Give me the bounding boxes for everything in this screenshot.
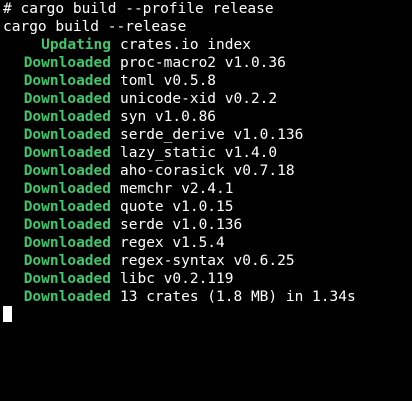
output-line-download: Downloaded regex-syntax v0.6.25 <box>3 252 412 270</box>
status-message: aho-corasick v0.7.18 <box>120 163 295 179</box>
status-label: Downloaded <box>23 109 111 125</box>
status-label: Downloaded <box>23 235 111 251</box>
output-line-download: Downloaded serde v1.0.136 <box>3 216 412 234</box>
status-message: toml v0.5.8 <box>120 73 217 89</box>
status-label: Downloaded <box>23 55 111 71</box>
text-cursor <box>3 306 12 322</box>
status-label: Downloaded <box>23 163 111 179</box>
terminal-output[interactable]: # cargo build --profile release cargo bu… <box>3 0 412 401</box>
output-line-download: Downloaded regex v1.5.4 <box>3 234 412 252</box>
status-message: 13 crates (1.8 MB) in 1.34s <box>120 289 356 305</box>
status-message: serde v1.0.136 <box>120 217 243 233</box>
status-label: Updating <box>41 37 111 53</box>
status-message: libc v0.2.119 <box>120 271 234 287</box>
status-label: Downloaded <box>23 289 111 305</box>
status-message: unicode-xid v0.2.2 <box>120 91 278 107</box>
status-label: Downloaded <box>23 217 111 233</box>
status-message: proc-macro2 v1.0.36 <box>120 55 286 71</box>
status-message: lazy_static v1.4.0 <box>120 145 278 161</box>
command-line: cargo build --release <box>3 19 187 35</box>
output-line-download: Downloaded libc v0.2.119 <box>3 270 412 288</box>
status-label: Downloaded <box>23 127 111 143</box>
status-message: syn v1.0.86 <box>120 109 217 125</box>
status-label: Downloaded <box>23 271 111 287</box>
status-message: regex v1.5.4 <box>120 235 225 251</box>
status-message: serde_derive v1.0.136 <box>120 127 304 143</box>
status-message: memchr v2.4.1 <box>120 181 234 197</box>
output-line-download: Downloaded toml v0.5.8 <box>3 72 412 90</box>
status-message: crates.io index <box>120 37 251 53</box>
output-line-summary: Downloaded 13 crates (1.8 MB) in 1.34s <box>3 288 412 306</box>
output-line-download: Downloaded lazy_static v1.4.0 <box>3 144 412 162</box>
status-label: Downloaded <box>23 253 111 269</box>
prompt-line: # cargo build --profile release <box>3 1 274 17</box>
status-label: Downloaded <box>23 199 111 215</box>
status-label: Downloaded <box>23 181 111 197</box>
output-line-download: Downloaded syn v1.0.86 <box>3 108 412 126</box>
status-label: Downloaded <box>23 91 111 107</box>
output-line-updating: Updating crates.io index <box>3 36 412 54</box>
output-line-download: Downloaded proc-macro2 v1.0.36 <box>3 54 412 72</box>
output-line-download: Downloaded memchr v2.4.1 <box>3 180 412 198</box>
status-label: Downloaded <box>23 73 111 89</box>
output-line-download: Downloaded quote v1.0.15 <box>3 198 412 216</box>
status-message: regex-syntax v0.6.25 <box>120 253 295 269</box>
output-line-download: Downloaded serde_derive v1.0.136 <box>3 126 412 144</box>
status-message: quote v1.0.15 <box>120 199 234 215</box>
output-line-download: Downloaded unicode-xid v0.2.2 <box>3 90 412 108</box>
output-line-download: Downloaded aho-corasick v0.7.18 <box>3 162 412 180</box>
status-label: Downloaded <box>23 145 111 161</box>
